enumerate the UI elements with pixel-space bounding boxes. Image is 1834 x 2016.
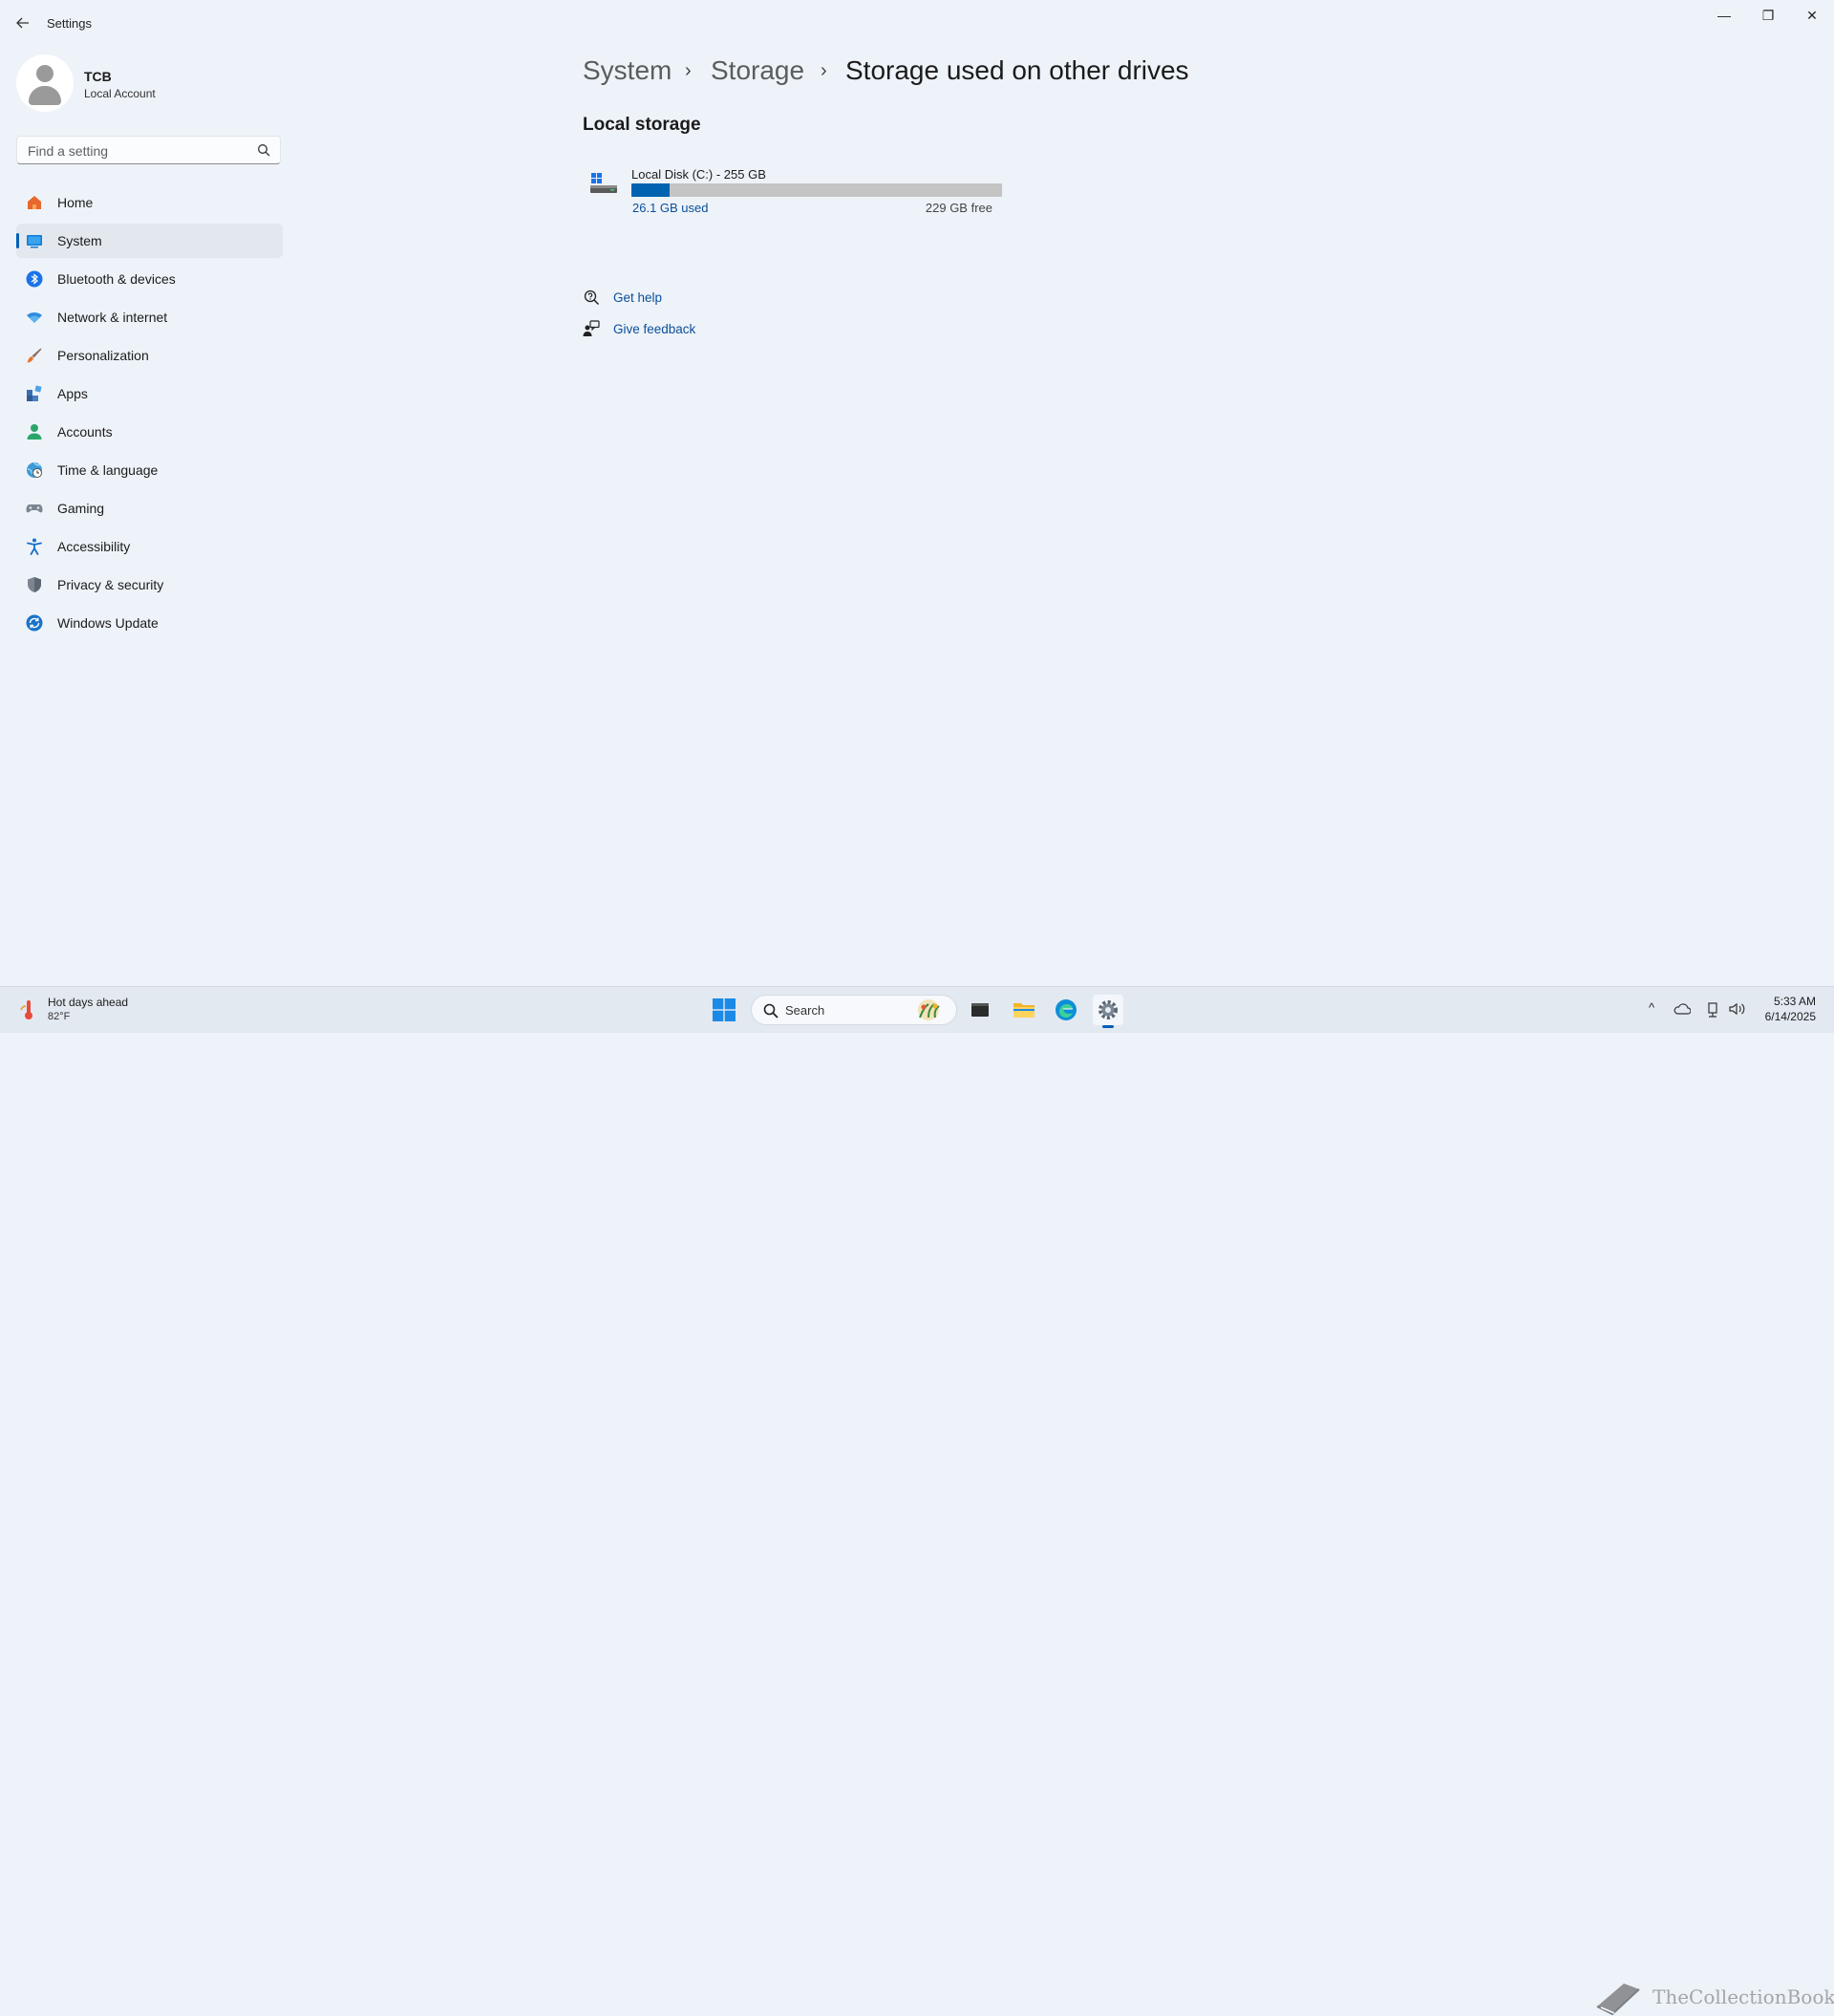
app-title: Settings [47,16,92,31]
onedrive-icon[interactable] [1674,1002,1691,1016]
feedback-icon [583,320,600,336]
accounts-icon [27,424,42,440]
settings-icon [1098,1000,1118,1019]
edge-icon [1056,999,1077,1020]
sidebar-item-label: Network & internet [57,310,168,325]
sidebar-item-label: Time & language [57,462,159,478]
close-button[interactable]: ✕ [1793,6,1831,25]
sidebar-item-time-language[interactable]: Time & language [16,453,283,487]
sidebar-item-windows-update[interactable]: Windows Update [16,606,283,640]
sidebar-item-system[interactable]: System [16,224,283,258]
file-explorer-icon [1013,1003,1034,1018]
minimize-button[interactable]: — [1705,6,1743,25]
help-icon [584,290,600,306]
terminal-icon [971,1003,989,1017]
give-feedback-label: Give feedback [613,321,696,336]
gamepad-icon [26,504,43,513]
breadcrumb-storage[interactable]: Storage [711,55,804,86]
storage-usage-bar [631,183,1002,197]
sidebar-item-label: Windows Update [57,615,159,631]
sidebar-item-personalization[interactable]: Personalization [16,338,283,373]
taskbar-app-terminal[interactable] [965,995,995,1025]
sidebar-item-label: Apps [57,386,88,401]
clock-date[interactable]: 6/14/2025 [1758,1010,1816,1023]
search-icon[interactable] [257,143,270,157]
wifi-icon [27,312,42,323]
search-input[interactable] [26,142,249,160]
home-icon [28,196,41,209]
get-help-label: Get help [613,290,663,305]
get-help-link[interactable]: Get help [583,287,662,308]
drive-name: Local Disk (C:) - 255 GB [631,167,766,182]
taskbar-search-label: Search [785,1003,825,1018]
drive-card[interactable]: Local Disk (C:) - 255 GB 26.1 GB used 22… [582,160,1008,226]
page-title: Storage used on other drives [845,55,1189,85]
watermark-text: TheCollectionBook [1653,1985,1834,2008]
brush-icon [27,348,42,363]
running-indicator [1102,1025,1114,1028]
search-highlight-icon [918,999,940,1020]
sidebar-item-home[interactable]: Home [16,185,283,220]
drive-used: 26.1 GB used [632,201,709,215]
network-icon[interactable] [1706,1002,1719,1018]
breadcrumb-system[interactable]: System [583,55,672,86]
back-arrow-icon [16,17,29,29]
sidebar-item-accounts[interactable]: Accounts [16,415,283,449]
taskbar-app-settings[interactable] [1093,995,1123,1028]
sidebar-item-label: Personalization [57,348,149,363]
storage-usage-fill [631,183,670,197]
accessibility-icon [27,538,42,555]
sidebar-item-label: Privacy & security [57,577,164,592]
sidebar-item-label: Accessibility [57,539,131,554]
globe-clock-icon [27,461,42,478]
volume-icon[interactable] [1729,1002,1746,1016]
sidebar-item-bluetooth[interactable]: Bluetooth & devices [16,262,283,296]
section-title: Local storage [583,115,701,135]
sidebar-item-apps[interactable]: Apps [16,376,283,411]
tray-overflow-chevron[interactable]: ^ [1649,1000,1654,1015]
avatar[interactable] [16,54,74,112]
sidebar-nav: Home System Bluetooth & devices Network … [16,185,283,644]
title-bar: Settings — ❐ ✕ [0,0,1834,46]
taskbar: Hot days ahead 82°F Search TheCollection… [0,986,1834,2016]
user-name: TCB [84,69,112,84]
breadcrumb-separator: › [685,60,692,81]
shield-icon [28,577,41,592]
sidebar-item-gaming[interactable]: Gaming [16,491,283,525]
sidebar-item-privacy[interactable]: Privacy & security [16,568,283,602]
update-icon [26,614,43,632]
clock-time[interactable]: 5:33 AM [1772,995,1816,1008]
taskbar-app-edge[interactable] [1051,995,1081,1025]
weather-title: Hot days ahead [48,996,129,1009]
windows-start-icon[interactable] [713,998,736,1021]
sidebar-item-label: System [57,233,102,248]
search-icon [763,1003,778,1019]
back-button[interactable] [10,10,36,36]
breadcrumb-separator: › [821,60,827,81]
account-type: Local Account [84,87,156,100]
sidebar-item-label: Gaming [57,501,105,516]
watermark: TheCollectionBook [1593,1976,1834,2016]
drive-free: 229 GB free [925,201,992,215]
book-logo-icon [1596,1984,1640,2016]
sidebar-item-label: Bluetooth & devices [57,271,176,287]
maximize-button[interactable]: ❐ [1749,6,1787,25]
thermometer-icon [20,1000,32,1019]
give-feedback-link[interactable]: Give feedback [583,318,695,339]
system-icon [27,235,42,248]
avatar-body [29,86,61,105]
taskbar-app-file-explorer[interactable] [1009,995,1039,1025]
sidebar-item-label: Accounts [57,424,113,440]
settings-search[interactable] [16,136,281,164]
system-drive-icon [590,173,617,193]
sidebar-item-accessibility[interactable]: Accessibility [16,529,283,564]
bluetooth-icon [26,270,43,288]
sidebar-item-label: Home [57,195,94,210]
active-indicator [16,233,19,248]
taskbar-search[interactable]: Search [751,995,957,1025]
sidebar-item-network[interactable]: Network & internet [16,300,283,334]
apps-icon [27,385,42,401]
weather-temp: 82°F [48,1011,71,1022]
avatar-head [36,65,53,82]
